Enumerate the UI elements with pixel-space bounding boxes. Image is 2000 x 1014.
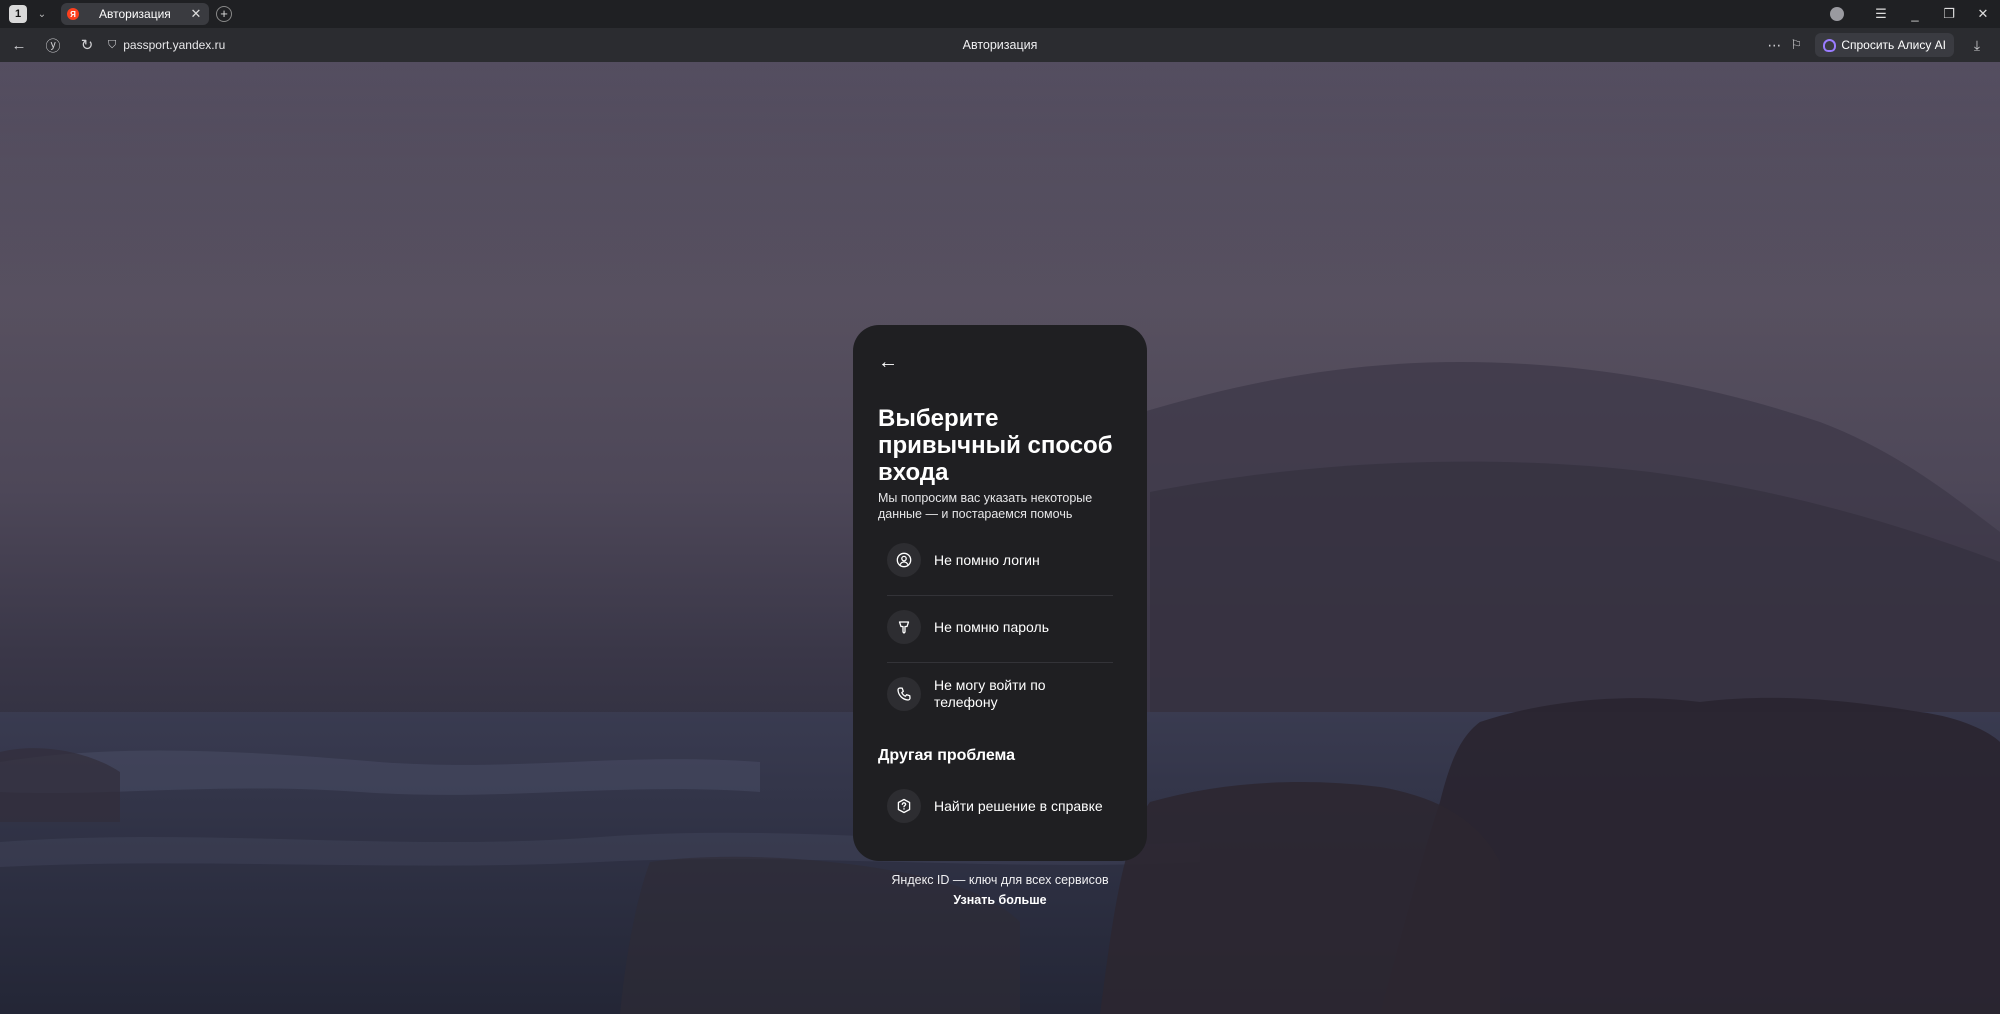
tab-counter[interactable]: 1 (9, 5, 27, 23)
more-options-icon[interactable]: ⋯ (1763, 37, 1785, 54)
window-controls: ☰ _ ❐ ✕ (1830, 0, 2000, 28)
url-text: passport.yandex.ru (123, 38, 226, 52)
divider (887, 662, 1113, 663)
user-circle-icon (887, 543, 921, 577)
restore-icon[interactable]: ❐ (1932, 6, 1966, 22)
phone-icon (887, 677, 921, 711)
address-field[interactable]: ⛉ passport.yandex.ru (108, 38, 225, 52)
other-problem-heading: Другая проблема (878, 747, 1016, 764)
browser-tab-strip: 1 ⌄ Я Авторизация ✕ + ☰ _ ❐ ✕ (0, 0, 2000, 28)
yandex-id-tagline: Яндекс ID — ключ для всех сервисов (891, 873, 1109, 887)
tab-close-icon[interactable]: ✕ (189, 6, 203, 22)
question-icon (887, 789, 921, 823)
key-icon (887, 610, 921, 644)
option-help-center[interactable]: Найти решение в справке (887, 789, 1113, 823)
divider (887, 595, 1113, 596)
reload-icon[interactable]: ↻ (70, 36, 104, 54)
close-window-icon[interactable]: ✕ (1966, 6, 2000, 22)
learn-more-link[interactable]: Узнать больше (0, 893, 2000, 907)
login-help-card: ← Выберите привычный способ входа Мы поп… (853, 325, 1147, 861)
option-label: Не могу войти по телефону (934, 677, 1046, 710)
back-arrow-icon[interactable]: ← (873, 347, 903, 377)
security-shield-icon[interactable]: ⛉ (108, 39, 116, 52)
bookmark-icon[interactable]: ⚐ (1785, 37, 1807, 53)
minimize-icon[interactable]: _ (1898, 7, 1932, 22)
yandex-home-icon[interactable]: ⓨ (36, 35, 70, 56)
ask-alice-button[interactable]: Спросить Алису AI (1815, 33, 1954, 57)
tabs-dropdown-icon[interactable]: ⌄ (33, 5, 51, 23)
yandex-favicon-icon: Я (67, 8, 79, 20)
address-toolbar: ← ⓨ ↻ ⛉ passport.yandex.ru Авторизация ⋯… (0, 28, 2000, 62)
option-label: Не помню пароль (934, 618, 1049, 635)
new-tab-button[interactable]: + (216, 6, 232, 22)
tab-title: Авторизация (99, 7, 171, 21)
ask-alice-label: Спросить Алису AI (1841, 38, 1946, 52)
option-label: Не помню логин (934, 551, 1040, 568)
back-icon[interactable]: ← (2, 37, 36, 54)
page-title: Авторизация (962, 38, 1038, 52)
option-label: Найти решение в справке (934, 797, 1103, 814)
card-title: Выберите привычный способ входа (878, 405, 1113, 486)
option-phone-login[interactable]: Не могу войти по телефону (887, 677, 1113, 711)
option-forgot-password[interactable]: Не помню пароль (887, 610, 1113, 644)
alice-icon (1823, 38, 1837, 52)
option-forgot-login[interactable]: Не помню логин (887, 543, 1113, 577)
profile-avatar-icon[interactable] (1830, 7, 1844, 21)
download-icon[interactable]: ⤓ (1954, 37, 2000, 54)
menu-icon[interactable]: ☰ (1864, 6, 1898, 22)
browser-tab[interactable]: Я Авторизация ✕ (61, 3, 209, 25)
card-subtitle: Мы попросим вас указать некоторые данные… (878, 491, 1093, 521)
